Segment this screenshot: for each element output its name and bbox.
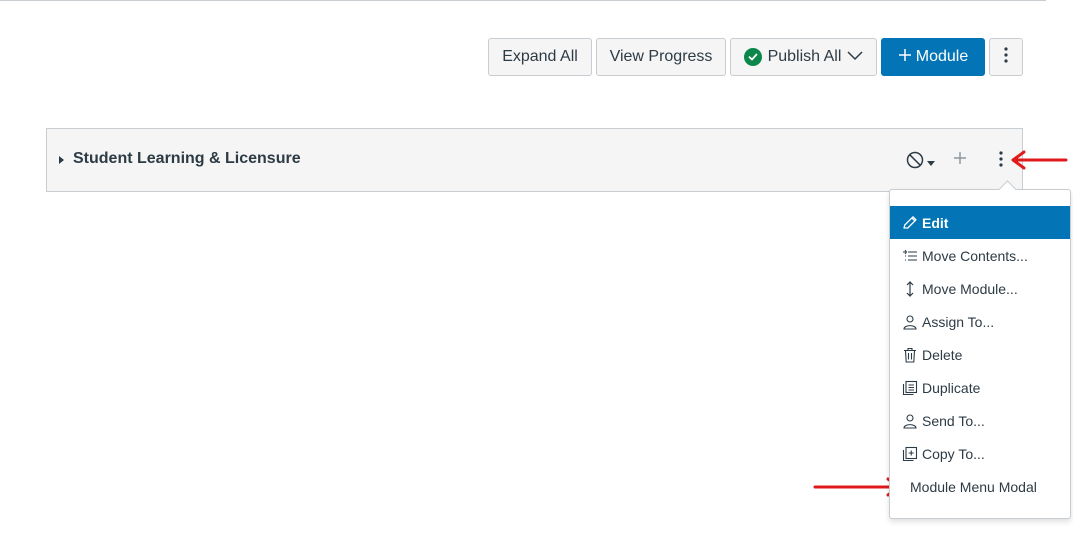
published-check-icon [743,48,762,66]
unpublished-icon [905,150,925,175]
view-progress-button[interactable]: View Progress [596,38,726,76]
add-item-plus-icon[interactable] [952,148,968,170]
top-divider [0,0,1046,1]
menu-item-copy-to[interactable]: Copy To... [890,437,1070,470]
move-contents-icon [902,248,918,264]
caret-down-icon [927,154,935,172]
menu-item-edit[interactable]: Edit [890,206,1070,239]
plus-icon [898,48,912,67]
module-header: Student Learning & Licensure [46,128,1023,192]
menu-item-module-menu-modal[interactable]: Module Menu Modal [890,470,1070,503]
module-options-menu: Edit Move Contents... Move Module... Ass… [889,180,1071,519]
module-title[interactable]: Student Learning & Licensure [73,150,301,168]
user-icon [902,314,918,330]
menu-item-duplicate[interactable]: Duplicate [890,371,1070,404]
chevron-down-icon [847,48,863,66]
menu-item-label: Delete [922,346,963,363]
menu-item-move-module[interactable]: Move Module... [890,272,1070,305]
menu-item-move-contents[interactable]: Move Contents... [890,239,1070,272]
menu-item-label: Copy To... [922,445,985,462]
menu-item-label: Assign To... [922,313,995,330]
menu-item-label: Duplicate [922,379,981,396]
pencil-icon [902,215,918,231]
add-module-button[interactable]: Module [881,38,985,76]
menu-item-label: Move Contents... [922,247,1028,264]
course-options-kebab-button[interactable] [989,38,1023,76]
menu-item-label: Send To... [922,412,985,429]
move-vertical-icon [902,280,918,297]
add-module-label: Module [915,48,969,65]
menu-item-delete[interactable]: Delete [890,338,1070,371]
expand-all-button[interactable]: Expand All [488,38,592,76]
menu-item-assign-to[interactable]: Assign To... [890,305,1070,338]
menu-item-label: Edit [922,214,949,231]
publish-all-label: Publish All [767,48,842,65]
duplicate-icon [902,380,918,396]
annotation-arrow-kebab [1011,150,1068,170]
menu-item-label: Move Module... [922,280,1018,297]
copy-icon [902,446,918,462]
user-icon [902,413,918,429]
collapse-caret-icon[interactable] [59,156,64,164]
module-publish-status-button[interactable] [905,150,935,175]
menu-item-label: Module Menu Modal [910,478,1037,495]
trash-icon [902,347,918,363]
kebab-icon [1004,46,1008,68]
menu-item-send-to[interactable]: Send To... [890,404,1070,437]
publish-all-button[interactable]: Publish All [730,38,877,76]
